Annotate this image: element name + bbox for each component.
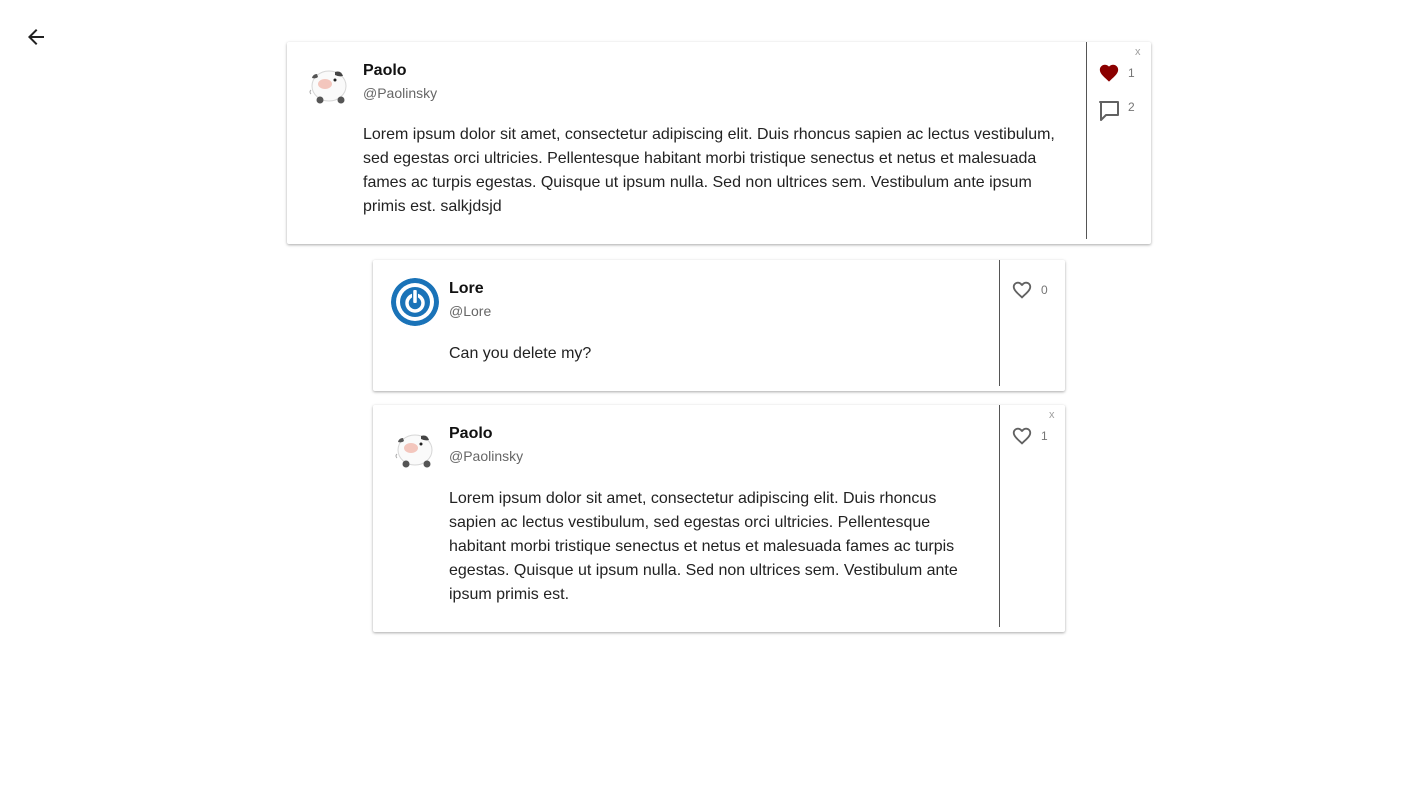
- actions-divider: [1086, 42, 1087, 239]
- reply-text: Can you delete my?: [449, 345, 592, 362]
- reply-card: Paolo @Paolinsky Lorem ipsum dolor sit a…: [373, 405, 1065, 632]
- heart-icon: [1012, 427, 1032, 445]
- like-button[interactable]: 1: [1011, 425, 1048, 447]
- main-post-card: Paolo @Paolinsky Lorem ipsum dolor sit a…: [287, 42, 1151, 244]
- heart-icon: [1012, 281, 1032, 299]
- delete-post-button[interactable]: x: [1135, 46, 1141, 58]
- actions-divider: [999, 260, 1000, 386]
- author-name[interactable]: Paolo: [363, 62, 407, 80]
- comment-icon: [1099, 101, 1119, 121]
- author-handle[interactable]: @Paolinsky: [363, 85, 437, 101]
- comment-count: 2: [1128, 100, 1135, 114]
- delete-reply-button[interactable]: x: [1049, 409, 1055, 421]
- arrow-left-icon: [28, 29, 44, 45]
- cow-avatar-icon[interactable]: [391, 424, 439, 472]
- author-handle[interactable]: @Lore: [449, 303, 491, 319]
- actions-divider: [999, 405, 1000, 627]
- like-button[interactable]: 1: [1098, 62, 1135, 84]
- like-button[interactable]: 0: [1011, 279, 1048, 301]
- power-avatar-icon[interactable]: [391, 278, 439, 326]
- reply-text: Lorem ipsum dolor sit amet, consectetur …: [449, 490, 958, 603]
- heart-icon: [1099, 64, 1119, 82]
- post-text: Lorem ipsum dolor sit amet, consectetur …: [363, 126, 1055, 215]
- back-button[interactable]: [24, 25, 48, 49]
- author-handle[interactable]: @Paolinsky: [449, 448, 523, 464]
- like-count: 1: [1128, 66, 1135, 80]
- like-count: 1: [1041, 429, 1048, 443]
- reply-card: Lore @Lore Can you delete my? 0: [373, 260, 1065, 391]
- author-name[interactable]: Paolo: [449, 425, 493, 443]
- author-name[interactable]: Lore: [449, 280, 484, 298]
- like-count: 0: [1041, 283, 1048, 297]
- cow-avatar-icon[interactable]: [305, 60, 353, 108]
- comment-button[interactable]: 2: [1098, 99, 1135, 123]
